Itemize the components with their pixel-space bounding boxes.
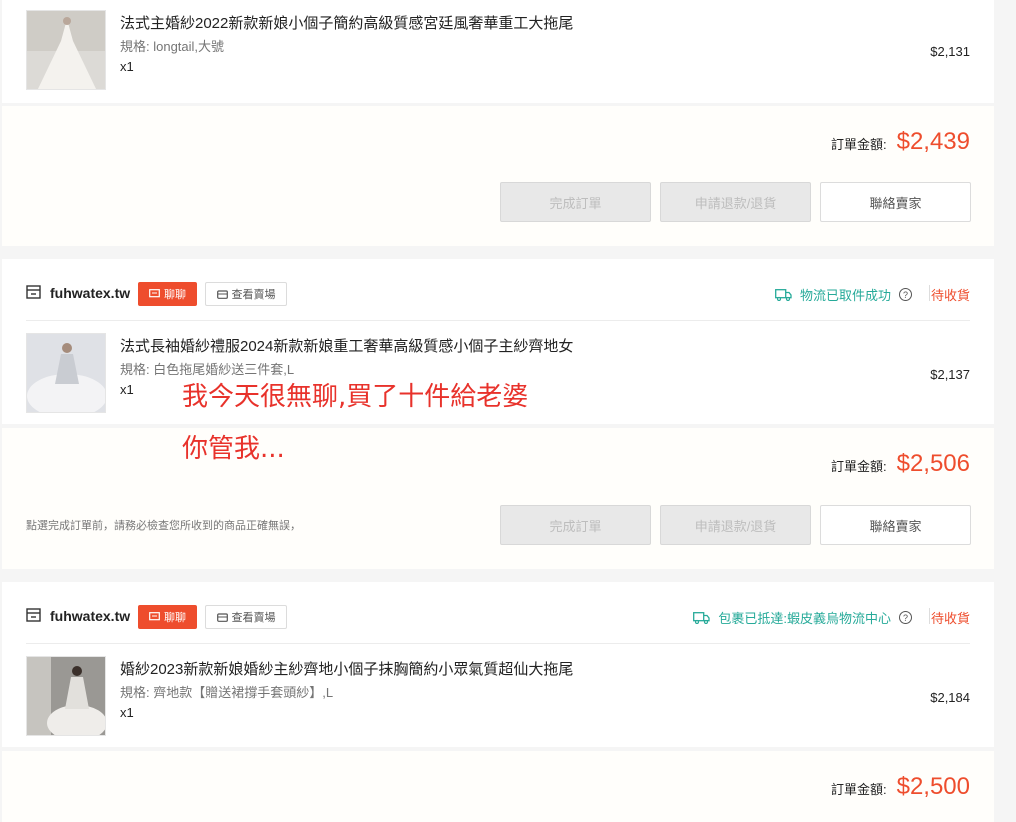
product-quantity: x1 <box>120 705 134 720</box>
product-price: $2,131 <box>930 44 970 59</box>
logistics-status[interactable]: 物流已取件成功 ? <box>775 285 912 304</box>
shop-name[interactable]: fuhwatex.tw <box>50 608 130 624</box>
view-shop-label: 查看賣場 <box>231 612 276 624</box>
order-footer-2: 訂單金額: $2,506 點選完成訂單前，請務必檢查您所收到的商品正確無誤， 完… <box>2 428 994 569</box>
product-image[interactable] <box>26 333 106 413</box>
product-image[interactable] <box>26 10 106 90</box>
order-status: 待收貨 <box>930 288 970 303</box>
store-icon <box>216 613 228 622</box>
order-total-amount: $2,439 <box>896 128 970 155</box>
shop-header: fuhwatex.tw 聊聊 查看賣場 包裹已抵達:蝦皮義烏物流中心 ? 待收貨 <box>2 582 994 643</box>
shop-name[interactable]: fuhwatex.tw <box>50 285 130 301</box>
order-total-amount: $2,500 <box>896 773 970 800</box>
contact-seller-button[interactable]: 聯絡賣家 <box>820 505 971 545</box>
store-icon <box>216 290 228 299</box>
product-image[interactable] <box>26 656 106 736</box>
order-total: 訂單金額: $2,500 <box>831 773 970 801</box>
truck-icon <box>693 611 711 624</box>
chat-icon <box>149 289 160 298</box>
order-card-3: fuhwatex.tw 聊聊 查看賣場 包裹已抵達:蝦皮義烏物流中心 ? 待收貨 <box>2 582 994 747</box>
request-refund-button[interactable]: 申請退款/退貨 <box>660 505 811 545</box>
product-row[interactable]: 婚紗2023新款新娘婚紗主紗齊地小個子抹胸簡約小眾氣質超仙大拖尾 規格: 齊地款… <box>2 656 994 738</box>
complete-order-hint: 點選完成訂單前，請務必檢查您所收到的商品正確無誤， <box>26 520 301 532</box>
order-footer-1: 訂單金額: $2,439 完成訂單 申請退款/退貨 聯絡賣家 <box>2 106 994 246</box>
chat-button[interactable]: 聊聊 <box>138 282 197 306</box>
complete-order-button[interactable]: 完成訂單 <box>500 182 651 222</box>
order-total-label: 訂單金額: <box>830 137 887 152</box>
product-row[interactable]: 法式主婚紗2022新款新娘小個子簡約高級質感宮廷風奢華重工大拖尾 規格: lon… <box>2 10 994 92</box>
product-title[interactable]: 法式主婚紗2022新款新娘小個子簡約高級質感宮廷風奢華重工大拖尾 <box>120 12 573 33</box>
overlay-caption-line-1: 我今天很無聊,買了十件給老婆 <box>182 382 529 412</box>
view-shop-label: 查看賣場 <box>231 289 276 301</box>
order-card-1: 法式主婚紗2022新款新娘小個子簡約高級質感宮廷風奢華重工大拖尾 規格: lon… <box>2 0 994 103</box>
logistics-text[interactable]: 包裹已抵達:蝦皮義烏物流中心 <box>718 608 891 627</box>
product-price: $2,137 <box>930 367 970 382</box>
chat-icon <box>149 612 160 621</box>
product-quantity: x1 <box>120 59 134 74</box>
overlay-caption-line-2: 你管我... <box>182 434 285 464</box>
view-shop-button[interactable]: 查看賣場 <box>205 605 287 629</box>
divider <box>929 285 930 301</box>
order-footer-3: 訂單金額: $2,500 <box>2 751 994 822</box>
order-total-amount: $2,506 <box>896 450 970 477</box>
order-total: 訂單金額: $2,439 <box>831 128 970 156</box>
order-total-label: 訂單金額: <box>830 459 887 474</box>
product-spec: 規格: longtail,大號 <box>120 39 225 54</box>
shop-icon <box>26 285 41 299</box>
logistics-text[interactable]: 物流已取件成功 <box>800 285 891 304</box>
complete-order-button[interactable]: 完成訂單 <box>500 505 651 545</box>
product-price: $2,184 <box>930 690 970 705</box>
chat-label: 聊聊 <box>164 289 186 301</box>
order-total: 訂單金額: $2,506 <box>831 450 970 478</box>
logistics-status[interactable]: 包裹已抵達:蝦皮義烏物流中心 ? <box>693 608 912 627</box>
request-refund-button[interactable]: 申請退款/退貨 <box>660 182 811 222</box>
product-title[interactable]: 婚紗2023新款新娘婚紗主紗齊地小個子抹胸簡約小眾氣質超仙大拖尾 <box>120 658 573 679</box>
view-shop-button[interactable]: 查看賣場 <box>205 282 287 306</box>
contact-seller-button[interactable]: 聯絡賣家 <box>820 182 971 222</box>
product-title[interactable]: 法式長袖婚紗禮服2024新款新娘重工奢華高級質感小個子主紗齊地女 <box>120 335 573 356</box>
chat-button[interactable]: 聊聊 <box>138 605 197 629</box>
divider <box>26 643 970 644</box>
divider <box>26 320 970 321</box>
order-status: 待收貨 <box>930 611 970 626</box>
help-icon[interactable]: ? <box>899 611 912 624</box>
chat-label: 聊聊 <box>164 612 186 624</box>
truck-icon <box>775 288 792 301</box>
shop-header: fuhwatex.tw 聊聊 查看賣場 物流已取件成功 ? 待收貨 <box>2 259 994 320</box>
help-icon[interactable]: ? <box>899 288 912 301</box>
product-quantity: x1 <box>120 382 134 397</box>
product-spec: 規格: 齊地款【贈送裙撐手套頭紗】,L <box>120 685 334 700</box>
divider <box>929 608 930 624</box>
shop-icon <box>26 608 41 622</box>
order-total-label: 訂單金額: <box>830 782 887 797</box>
